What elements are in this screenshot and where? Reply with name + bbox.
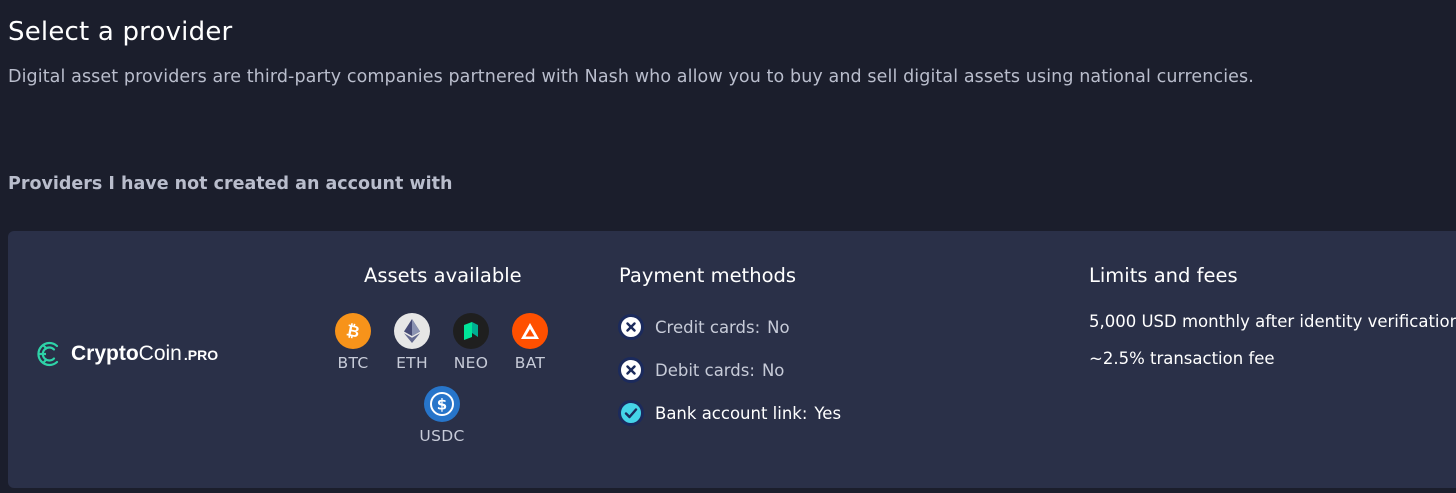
page-title: Select a provider bbox=[8, 17, 233, 47]
provider-logo: CryptoCoin .PRO bbox=[35, 339, 218, 369]
cryptocoin-logo-icon bbox=[35, 339, 65, 369]
payment-bank-account-link: Bank account link: Yes bbox=[618, 400, 841, 426]
x-circle-icon bbox=[618, 357, 644, 383]
payment-label: Bank account link: bbox=[655, 403, 808, 423]
svg-text:₿: ₿ bbox=[345, 321, 362, 341]
ethereum-icon bbox=[394, 313, 430, 349]
asset-label: USDC bbox=[419, 427, 465, 445]
limit-monthly-text: 5,000 USD monthly after identity verific… bbox=[1089, 312, 1456, 331]
asset-label: BAT bbox=[514, 354, 546, 372]
usdc-icon: $ bbox=[424, 386, 460, 422]
asset-label: ETH bbox=[396, 354, 428, 372]
payment-label: Credit cards: bbox=[655, 317, 761, 337]
section-heading: Providers I have not created an account … bbox=[8, 174, 453, 194]
asset-eth: ETH bbox=[382, 313, 442, 372]
limits-fees-heading: Limits and fees bbox=[1089, 264, 1238, 287]
payment-value: No bbox=[761, 360, 785, 380]
payment-debit-cards: Debit cards: No bbox=[618, 357, 784, 383]
transaction-fee-text: ~2.5% transaction fee bbox=[1089, 349, 1275, 368]
payment-value: No bbox=[767, 317, 790, 337]
neo-icon bbox=[453, 313, 489, 349]
svg-text:$: $ bbox=[437, 396, 447, 414]
payment-label: Debit cards: bbox=[655, 360, 755, 380]
x-circle-icon bbox=[618, 314, 644, 340]
asset-btc: ₿ BTC bbox=[323, 313, 383, 372]
payment-credit-cards: Credit cards: No bbox=[618, 314, 790, 340]
asset-neo: NEO bbox=[441, 313, 501, 372]
provider-card-cryptocoin[interactable]: CryptoCoin .PRO Assets available ₿ BTC ET… bbox=[8, 231, 1456, 488]
check-circle-icon bbox=[618, 400, 644, 426]
logo-name-light: Coin bbox=[138, 342, 182, 365]
page-subtitle: Digital asset providers are third-party … bbox=[8, 67, 1254, 87]
asset-usdc: $ USDC bbox=[412, 386, 472, 445]
asset-label: NEO bbox=[453, 354, 489, 372]
bat-icon bbox=[512, 313, 548, 349]
bitcoin-icon: ₿ bbox=[335, 313, 371, 349]
provider-logo-text: CryptoCoin .PRO bbox=[71, 342, 218, 366]
asset-label: BTC bbox=[337, 354, 369, 372]
payment-methods-heading: Payment methods bbox=[619, 264, 797, 287]
asset-bat: BAT bbox=[500, 313, 560, 372]
logo-name-bold: Crypto bbox=[71, 342, 139, 365]
logo-suffix: .PRO bbox=[183, 347, 219, 363]
payment-value: Yes bbox=[814, 403, 842, 423]
assets-heading: Assets available bbox=[364, 264, 522, 287]
